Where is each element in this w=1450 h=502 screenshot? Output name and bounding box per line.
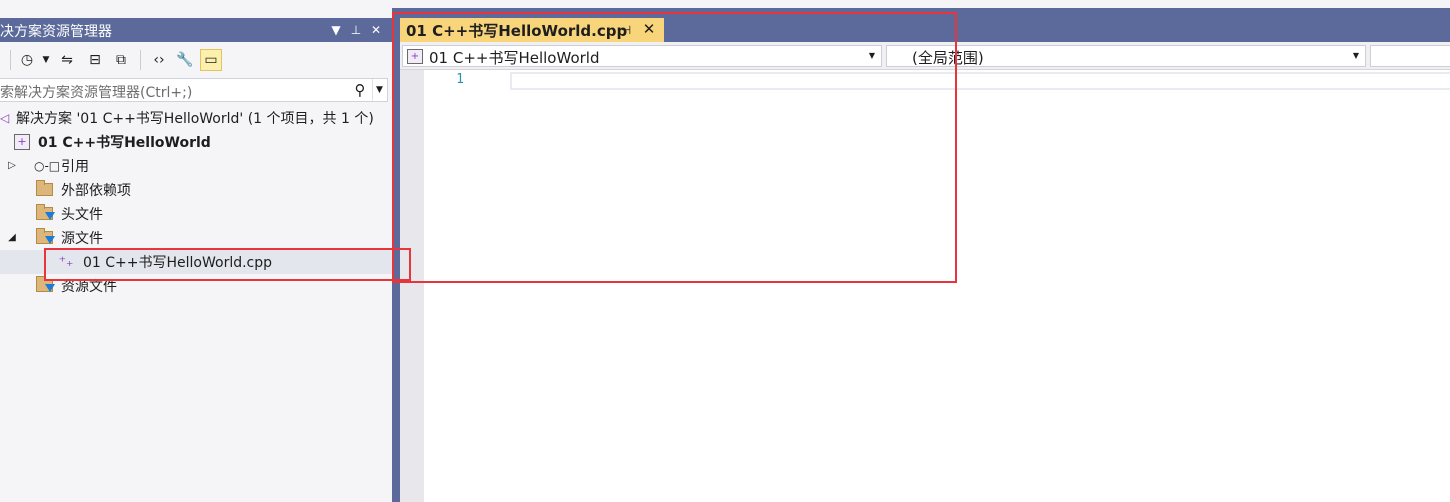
toolbar-separator: [140, 50, 141, 70]
preview-selected-items-icon[interactable]: ▭: [200, 49, 222, 71]
cpp-file-icon: ⁺₊: [58, 254, 74, 270]
member-selector-dropdown[interactable]: [1370, 45, 1450, 67]
solution-explorer-panel: 决方案资源管理器 ▼ ⊥ ✕ ◷ ▼ ⇋ ⊟ ⧉ ‹› 🔧 ▭ 索解决方案资源管…: [0, 8, 392, 502]
collapse-all-icon[interactable]: ⊟: [84, 49, 106, 71]
tree-item-header-files[interactable]: 头文件: [0, 202, 392, 226]
filter-folder-icon: [36, 228, 55, 244]
collapse-arrow-icon[interactable]: ◢: [6, 231, 18, 245]
close-icon[interactable]: ✕: [366, 18, 386, 42]
source-files-label: 源文件: [61, 231, 103, 247]
search-icon[interactable]: ⚲: [350, 79, 370, 101]
scope-selector-value: (全局范围): [912, 49, 984, 67]
solution-explorer-title: 决方案资源管理器: [0, 24, 112, 40]
cpp-project-icon: +: [407, 49, 423, 64]
tab-label: 01 C++书写HelloWorld.cpp: [406, 22, 628, 40]
tree-item-solution[interactable]: ◁ 解决方案 '01 C++书写HelloWorld' (1 个项目，共 1 个…: [0, 106, 392, 130]
tab-helloworld-cpp[interactable]: 01 C++书写HelloWorld.cpp ⊣ ✕: [400, 18, 664, 42]
filter-folder-icon: [36, 204, 55, 220]
tree-item-source-files[interactable]: ◢ 源文件: [0, 226, 392, 250]
cpp-project-icon: +: [14, 134, 30, 150]
pending-changes-filter-icon[interactable]: ◷: [16, 49, 38, 71]
window-position-dropdown-icon[interactable]: ▼: [326, 18, 346, 42]
project-selector-dropdown[interactable]: + 01 C++书写HelloWorld ▼: [402, 45, 882, 67]
properties-wrench-icon[interactable]: 🔧: [174, 49, 196, 71]
close-tab-icon[interactable]: ✕: [640, 19, 658, 39]
solution-explorer-search-box[interactable]: 索解决方案资源管理器(Ctrl+;) ⚲ ▼: [0, 78, 388, 102]
chevron-down-icon[interactable]: ▼: [40, 49, 52, 71]
tree-item-source-cpp-file[interactable]: ⁺₊ 01 C++书写HelloWorld.cpp: [0, 250, 392, 274]
solution-explorer-title-bar: 决方案资源管理器 ▼ ⊥ ✕: [0, 18, 392, 42]
sync-with-active-document-icon[interactable]: ⇋: [56, 49, 78, 71]
scope-selector-dropdown[interactable]: (全局范围) ▼: [886, 45, 1366, 67]
project-selector-value: 01 C++书写HelloWorld: [429, 49, 600, 67]
visual-studio-solution-icon: ◁: [0, 111, 10, 125]
solution-explorer-toolbar: ◷ ▼ ⇋ ⊟ ⧉ ‹› 🔧 ▭: [0, 42, 392, 76]
tree-item-external-dependencies[interactable]: 外部依赖项: [0, 178, 392, 202]
expand-arrow-icon[interactable]: ▷: [6, 159, 18, 173]
filter-folder-icon: [36, 276, 55, 292]
window-top-strip: [0, 0, 1450, 8]
tree-item-resource-files[interactable]: 资源文件: [0, 274, 392, 298]
line-number-margin: 1: [424, 70, 486, 502]
external-dependencies-folder-icon: [36, 180, 53, 196]
resource-files-label: 资源文件: [61, 279, 117, 295]
document-tab-bar: 01 C++书写HelloWorld.cpp ⊣ ✕: [400, 8, 1450, 42]
references-icon: ○-□: [34, 159, 61, 173]
show-all-files-icon[interactable]: ⧉: [110, 49, 132, 71]
search-placeholder: 索解决方案资源管理器(Ctrl+;): [0, 85, 193, 101]
cpp-file-label: 01 C++书写HelloWorld.cpp: [83, 255, 273, 271]
external-deps-label: 外部依赖项: [61, 183, 131, 199]
header-files-label: 头文件: [61, 207, 103, 223]
pin-tab-icon[interactable]: ⊣: [618, 20, 634, 40]
navigation-bar: + 01 C++书写HelloWorld ▼ (全局范围) ▼: [400, 42, 1450, 70]
tree-item-project[interactable]: + 01 C++书写HelloWorld: [0, 130, 392, 154]
view-code-icon[interactable]: ‹›: [148, 49, 170, 71]
references-label: 引用: [61, 159, 89, 175]
editor-margin: [400, 70, 424, 502]
line-number: 1: [456, 72, 464, 87]
panel-splitter[interactable]: [392, 8, 400, 502]
toolbar-separator: [10, 50, 11, 70]
code-text-area[interactable]: [486, 70, 1450, 502]
chevron-down-icon[interactable]: ▼: [866, 46, 878, 66]
project-label: 01 C++书写HelloWorld: [38, 135, 211, 151]
pin-icon[interactable]: ⊥: [346, 18, 366, 42]
code-editor-region: 01 C++书写HelloWorld.cpp ⊣ ✕ + 01 C++书写Hel…: [400, 8, 1450, 502]
solution-label: 解决方案 '01 C++书写HelloWorld' (1 个项目，共 1 个): [16, 111, 374, 127]
chevron-down-icon[interactable]: ▼: [1350, 46, 1362, 66]
current-line-highlight: [510, 72, 1450, 90]
search-options-dropdown-icon[interactable]: ▼: [372, 79, 386, 101]
tree-item-references[interactable]: ▷ ○-□ 引用: [0, 154, 392, 178]
